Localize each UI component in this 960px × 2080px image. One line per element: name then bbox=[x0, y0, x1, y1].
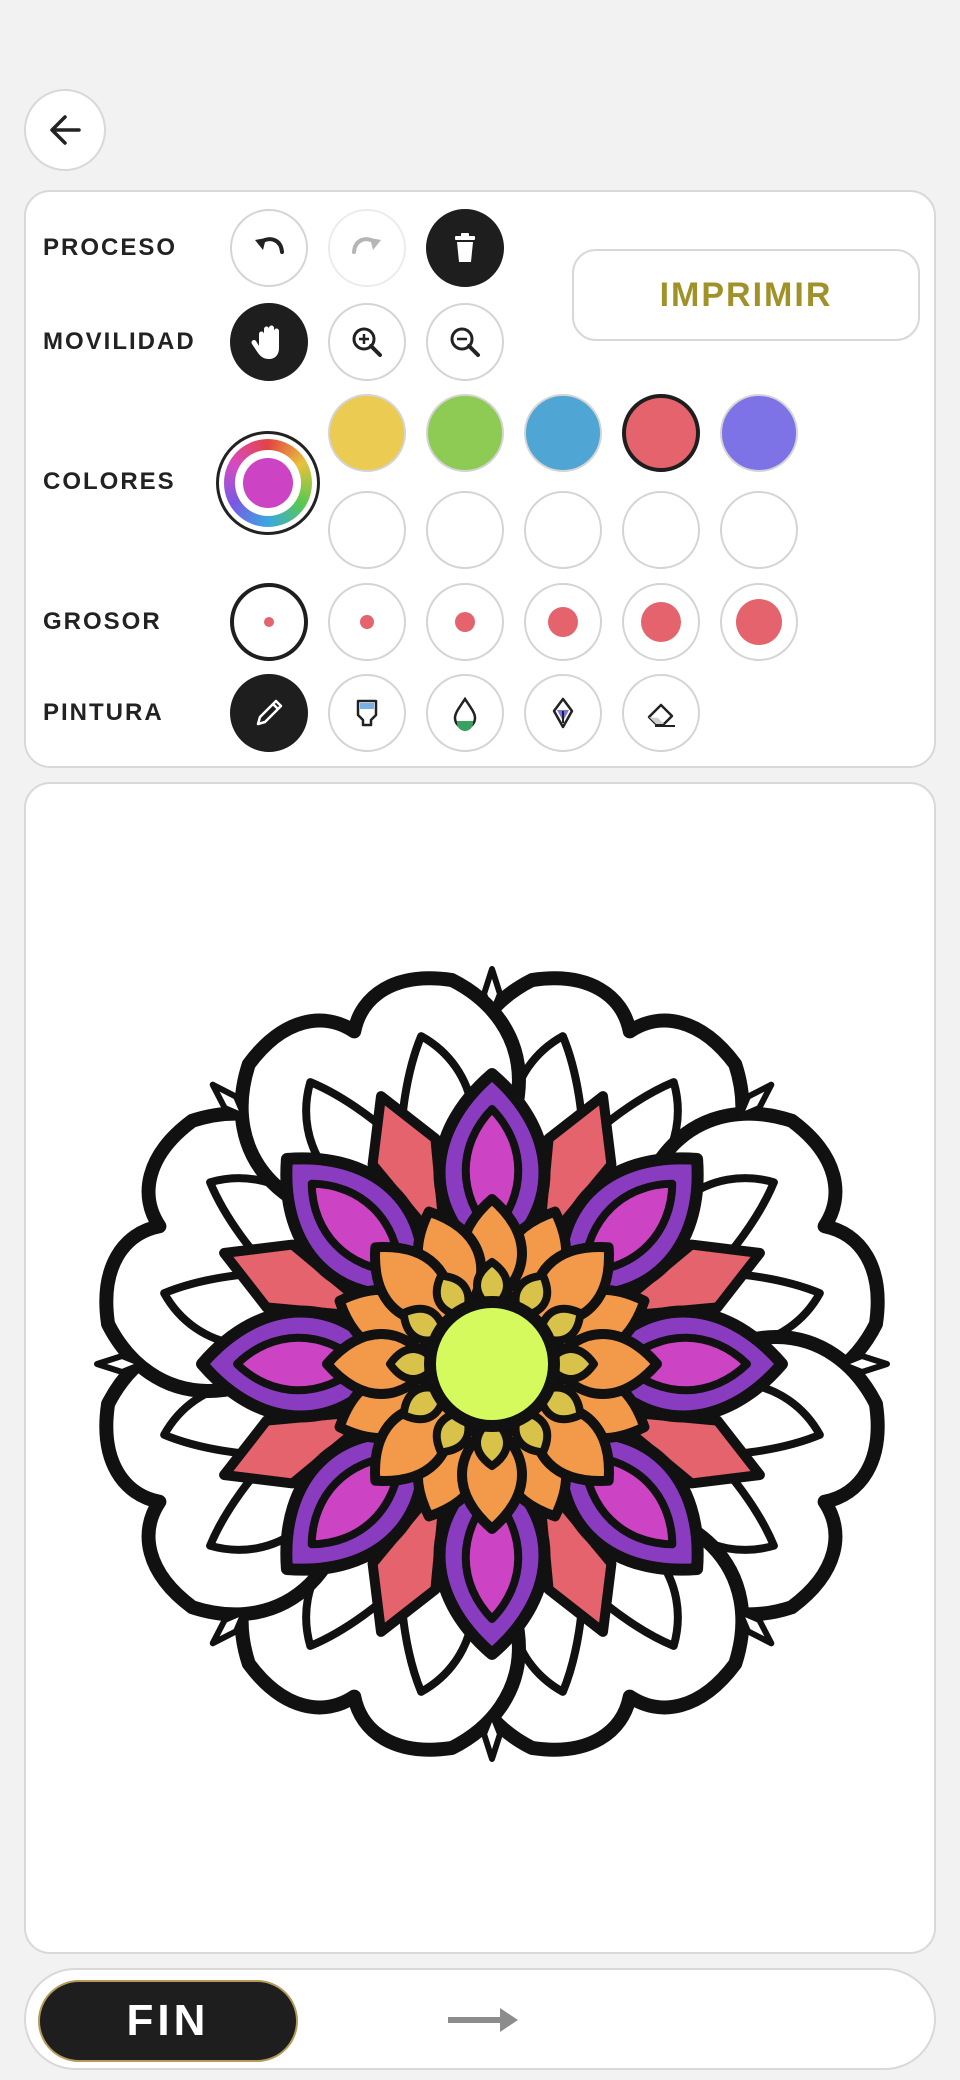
drawing-canvas[interactable] bbox=[24, 782, 936, 1954]
bottom-bar: FIN bbox=[24, 1968, 936, 2070]
label-colores: COLORES bbox=[43, 468, 176, 495]
zoom-in-button[interactable] bbox=[328, 303, 406, 381]
thickness-dot bbox=[736, 599, 782, 645]
zoom-in-icon bbox=[352, 327, 382, 357]
thickness-option[interactable] bbox=[328, 583, 406, 661]
tool-eraser-button[interactable] bbox=[622, 674, 700, 752]
thickness-dot bbox=[455, 612, 475, 632]
thickness-option[interactable] bbox=[230, 583, 308, 661]
zoom-out-icon bbox=[450, 327, 480, 357]
color-swatch[interactable] bbox=[426, 394, 504, 472]
thickness-option[interactable] bbox=[426, 583, 504, 661]
redo-icon bbox=[352, 237, 381, 254]
print-button[interactable]: IMPRIMIR bbox=[572, 249, 920, 341]
undo-icon bbox=[255, 237, 284, 254]
redo-button[interactable] bbox=[328, 209, 406, 287]
current-color-dot bbox=[243, 458, 293, 508]
back-button[interactable] bbox=[24, 89, 106, 171]
trash-icon bbox=[455, 233, 475, 262]
mandala-artwork bbox=[94, 966, 890, 1762]
marker-icon bbox=[356, 699, 378, 727]
drop-icon bbox=[453, 696, 477, 731]
tool-pen-button[interactable] bbox=[524, 674, 602, 752]
arrow-left-icon bbox=[50, 115, 81, 145]
tool-pencil-button[interactable] bbox=[230, 674, 308, 752]
thickness-option[interactable] bbox=[622, 583, 700, 661]
delete-button[interactable] bbox=[426, 209, 504, 287]
arrow-right-icon[interactable] bbox=[444, 2000, 524, 2040]
undo-button[interactable] bbox=[230, 209, 308, 287]
thickness-option[interactable] bbox=[524, 583, 602, 661]
thickness-dot bbox=[641, 602, 681, 642]
color-picker-button[interactable] bbox=[216, 431, 320, 535]
thickness-dot bbox=[360, 615, 374, 629]
color-swatch[interactable] bbox=[622, 394, 700, 472]
pan-button[interactable] bbox=[230, 303, 308, 381]
color-swatch[interactable] bbox=[524, 394, 602, 472]
eraser-icon bbox=[647, 703, 675, 727]
finish-button[interactable]: FIN bbox=[38, 1980, 298, 2062]
color-swatch[interactable] bbox=[720, 394, 798, 472]
custom-color-slot[interactable] bbox=[720, 491, 798, 569]
custom-color-slot[interactable] bbox=[524, 491, 602, 569]
tool-panel: PROCESO IMPRIMIR MOVILIDAD COLORES GROSO… bbox=[24, 190, 936, 768]
custom-color-slot[interactable] bbox=[328, 491, 406, 569]
thickness-option[interactable] bbox=[720, 583, 798, 661]
label-grosor: GROSOR bbox=[43, 608, 162, 635]
custom-color-slot[interactable] bbox=[426, 491, 504, 569]
thickness-dot bbox=[264, 617, 274, 627]
tool-marker-button[interactable] bbox=[328, 674, 406, 752]
pen-nib-icon bbox=[552, 697, 574, 729]
pencil-icon bbox=[256, 699, 283, 726]
hand-icon bbox=[251, 325, 279, 359]
label-movilidad: MOVILIDAD bbox=[43, 328, 196, 355]
color-wheel-icon bbox=[224, 439, 312, 527]
thickness-dot bbox=[548, 607, 578, 637]
label-proceso: PROCESO bbox=[43, 234, 178, 261]
tool-drop-button[interactable] bbox=[426, 674, 504, 752]
zoom-out-button[interactable] bbox=[426, 303, 504, 381]
color-swatch[interactable] bbox=[328, 394, 406, 472]
custom-color-slot[interactable] bbox=[622, 491, 700, 569]
label-pintura: PINTURA bbox=[43, 699, 164, 726]
